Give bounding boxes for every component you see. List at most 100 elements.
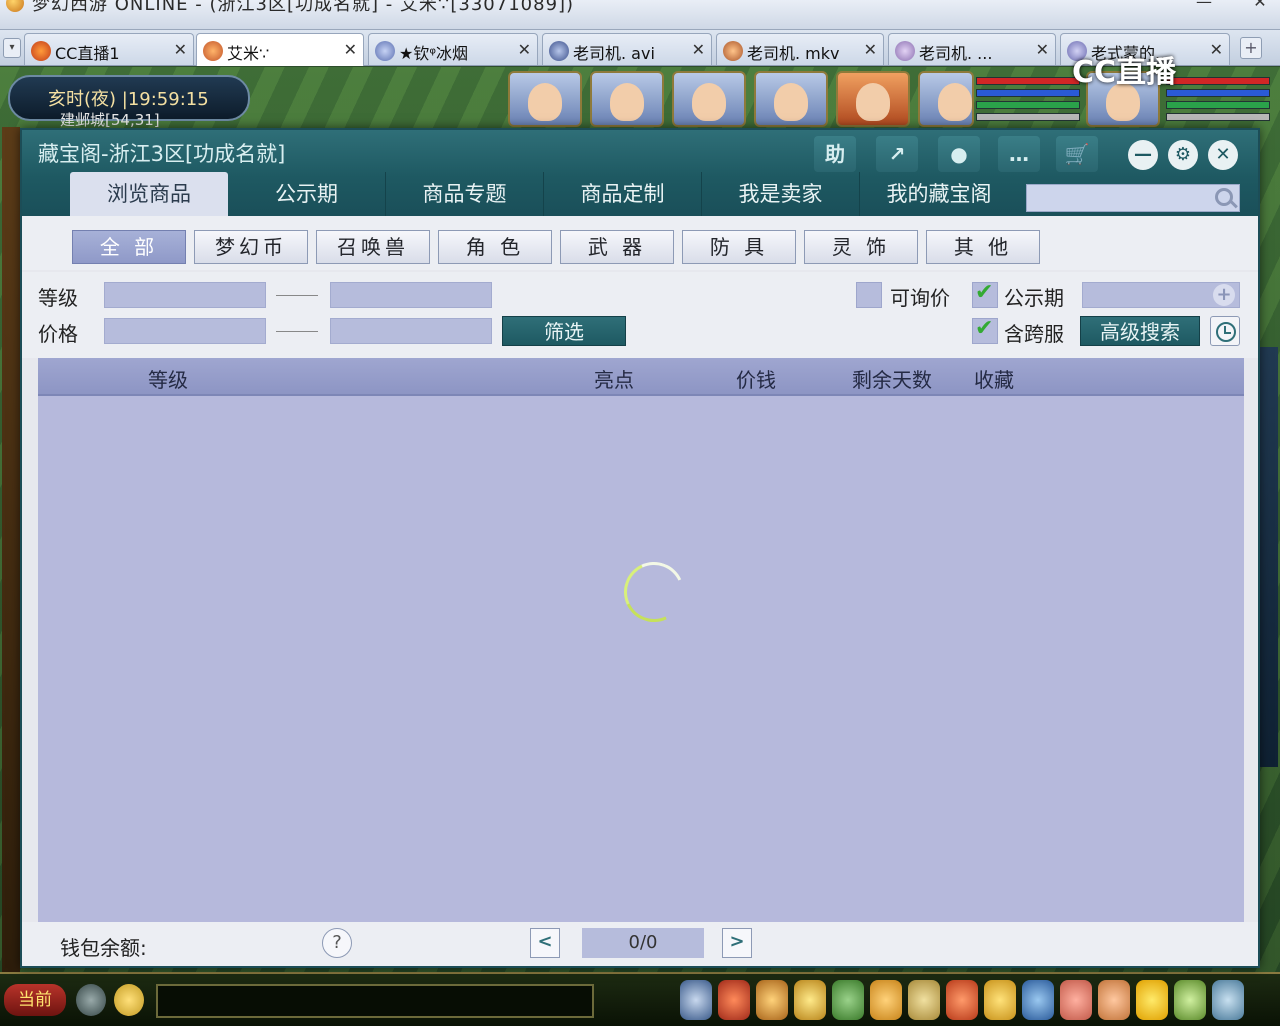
tab-label: 老司机. mkv — [747, 44, 840, 63]
column-price[interactable]: 价钱 — [736, 364, 776, 393]
channel-selector[interactable]: 当前 — [4, 984, 66, 1016]
filter-button[interactable]: 筛选 — [502, 316, 626, 346]
team-member-portrait[interactable] — [754, 71, 828, 127]
tab-laosiji-avi[interactable]: 老司机. avi ✕ — [542, 33, 712, 65]
tab-topics[interactable]: 商品专题 — [386, 172, 544, 216]
advanced-search-button[interactable]: 高级搜索 — [1080, 316, 1200, 346]
column-remaining-days[interactable]: 剩余天数 — [852, 364, 932, 393]
tab-aimi[interactable]: 艾米∵ ✕ — [196, 33, 364, 66]
bag-icon[interactable] — [756, 980, 788, 1020]
character-avatar-icon — [723, 41, 743, 61]
column-level[interactable]: 等级 — [148, 364, 188, 393]
close-icon[interactable]: ✕ — [1208, 140, 1238, 170]
chat-icon[interactable]: … — [998, 136, 1040, 172]
team-member-portrait[interactable] — [590, 71, 664, 127]
level-min-field[interactable] — [105, 283, 265, 307]
status-bars — [976, 77, 1080, 129]
system-icon[interactable] — [1174, 980, 1206, 1020]
next-page-button[interactable]: > — [722, 928, 752, 958]
peach-icon[interactable] — [1060, 980, 1092, 1020]
chat-input[interactable] — [156, 984, 594, 1018]
tab-seller[interactable]: 我是卖家 — [702, 172, 860, 216]
new-tab-button[interactable]: + — [1240, 37, 1262, 59]
share-icon[interactable]: ↗ — [876, 136, 918, 172]
category-coins[interactable]: 梦幻币 — [194, 230, 308, 264]
sword-icon[interactable] — [680, 980, 712, 1020]
tab-custom[interactable]: 商品定制 — [544, 172, 702, 216]
pet-portrait[interactable] — [918, 71, 974, 127]
clock-icon[interactable] — [1210, 316, 1240, 346]
window-title: 梦幻西游 ONLINE - (浙江3区[功成名就] - 艾米∵[33071089… — [32, 0, 575, 15]
server-select[interactable]: + — [1082, 282, 1240, 308]
chest-icon[interactable] — [718, 980, 750, 1020]
inquiry-checkbox[interactable] — [856, 282, 882, 308]
tab-laosiji-3[interactable]: 老司机. ... ✕ — [888, 33, 1056, 65]
search-icon[interactable] — [1215, 188, 1233, 206]
team-member-portrait[interactable] — [836, 71, 910, 127]
tab-close-icon[interactable]: ✕ — [692, 40, 705, 59]
scroll-icon[interactable] — [908, 980, 940, 1020]
price-max-field[interactable] — [331, 319, 491, 343]
category-summons[interactable]: 召唤兽 — [316, 230, 430, 264]
tab-close-icon[interactable]: ✕ — [344, 40, 357, 59]
category-weapons[interactable]: 武 器 — [560, 230, 674, 264]
category-accessories[interactable]: 灵 饰 — [804, 230, 918, 264]
record-icon[interactable]: ● — [938, 136, 980, 172]
tab-label: 老司机. avi — [573, 44, 655, 63]
tab-close-icon[interactable]: ✕ — [174, 40, 187, 59]
team-member-portrait[interactable] — [672, 71, 746, 127]
category-armor[interactable]: 防 具 — [682, 230, 796, 264]
tab-close-icon[interactable]: ✕ — [1210, 40, 1223, 59]
chat-bubble-icon[interactable] — [114, 984, 144, 1016]
column-favorite[interactable]: 收藏 — [974, 364, 1014, 393]
search-input[interactable] — [1027, 185, 1207, 211]
level-max-input[interactable] — [330, 282, 492, 308]
price-min-input[interactable] — [104, 318, 266, 344]
category-other[interactable]: 其 他 — [926, 230, 1040, 264]
publicity-checkbox[interactable] — [972, 280, 998, 308]
cart-icon[interactable]: 🛒 — [1056, 136, 1098, 172]
map-icon[interactable] — [1022, 980, 1054, 1020]
column-highlights[interactable]: 亮点 — [594, 364, 634, 393]
tab-menu-button[interactable]: ▾ — [3, 38, 21, 58]
help-button[interactable]: 助 — [814, 136, 856, 172]
computer-icon[interactable] — [1212, 980, 1244, 1020]
character-avatar-icon — [895, 41, 915, 61]
friends-icon[interactable] — [870, 980, 902, 1020]
microphone-icon[interactable] — [76, 984, 106, 1016]
plus-icon[interactable]: + — [1213, 284, 1235, 306]
tab-browse-goods[interactable]: 浏览商品 — [70, 172, 228, 216]
price-min-field[interactable] — [105, 319, 265, 343]
bell-icon[interactable] — [984, 980, 1016, 1020]
dialog-title: 藏宝阁-浙江3区[功成名就] — [38, 142, 286, 166]
team-member-portrait[interactable] — [508, 71, 582, 127]
cross-server-checkbox[interactable] — [972, 316, 998, 344]
tab-close-icon[interactable]: ✕ — [1036, 40, 1049, 59]
minimize-window-button[interactable]: — — [1192, 0, 1216, 12]
category-roles[interactable]: 角 色 — [438, 230, 552, 264]
minimize-icon[interactable]: — — [1128, 140, 1158, 170]
smiley-icon[interactable] — [1136, 980, 1168, 1020]
tab-close-icon[interactable]: ✕ — [864, 40, 877, 59]
tab-cc-live[interactable]: CC直播1 ✕ — [24, 33, 194, 65]
level-max-field[interactable] — [331, 283, 491, 307]
tab-my-pavilion[interactable]: 我的藏宝阁 — [860, 172, 1018, 216]
inquiry-label: 可询价 — [890, 286, 950, 310]
close-window-button[interactable]: ✕ — [1248, 0, 1272, 12]
settings-icon[interactable]: ⚙ — [1168, 140, 1198, 170]
category-all[interactable]: 全 部 — [72, 230, 186, 264]
level-min-input[interactable] — [104, 282, 266, 308]
flag-icon[interactable] — [946, 980, 978, 1020]
team-icon[interactable] — [832, 980, 864, 1020]
price-max-input[interactable] — [330, 318, 492, 344]
tab-qin-bingyan[interactable]: ★钦ᵠ冰烟 ✕ — [368, 33, 538, 65]
handshake-icon[interactable] — [1098, 980, 1130, 1020]
tab-label: CC直播1 — [55, 44, 120, 63]
skill-icon[interactable] — [794, 980, 826, 1020]
prev-page-button[interactable]: < — [530, 928, 560, 958]
tab-laosiji-mkv[interactable]: 老司机. mkv ✕ — [716, 33, 884, 65]
tab-publicity[interactable]: 公示期 — [228, 172, 386, 216]
character-avatar-icon — [549, 41, 569, 61]
help-icon[interactable]: ? — [322, 928, 352, 958]
tab-close-icon[interactable]: ✕ — [518, 40, 531, 59]
